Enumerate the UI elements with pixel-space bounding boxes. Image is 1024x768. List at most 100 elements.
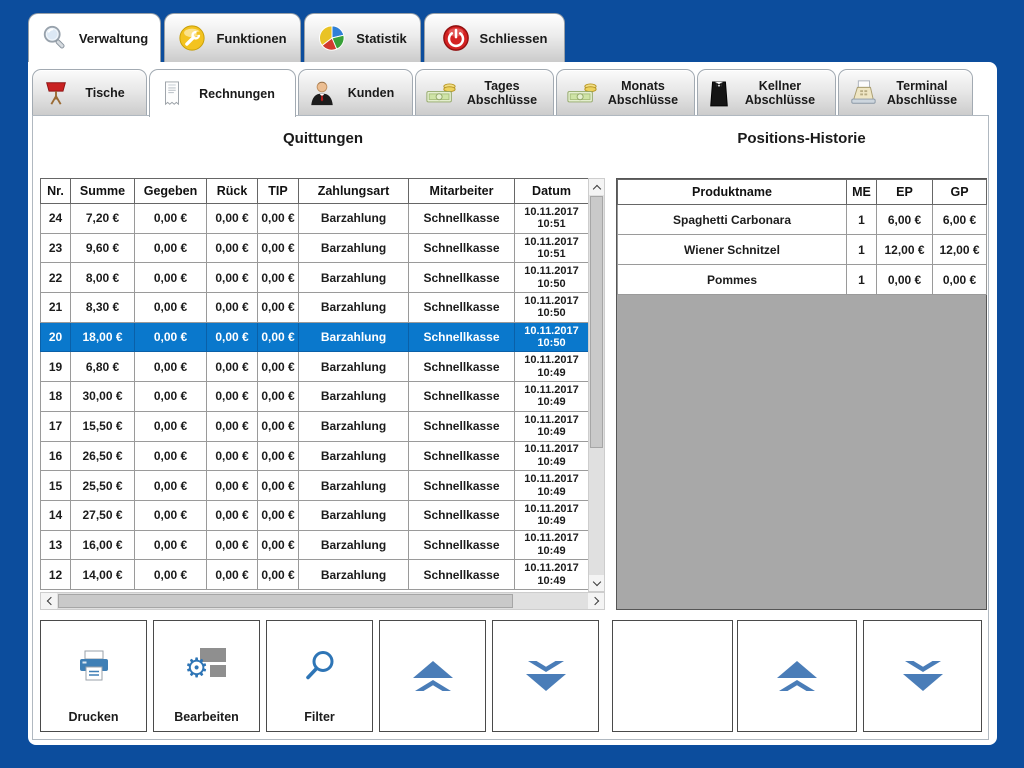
- cell-tip: 0,00 €: [258, 382, 299, 412]
- receipt-icon: [159, 80, 185, 108]
- cell-datum: 10.11.201710:49: [515, 471, 589, 501]
- cell-gegeben: 0,00 €: [135, 263, 207, 293]
- tab-verwaltung[interactable]: Verwaltung: [28, 13, 161, 62]
- cell-zahlungsart: Barzahlung: [299, 233, 409, 263]
- double-chevron-down-icon: [524, 660, 568, 692]
- pie-chart-icon: [318, 24, 346, 52]
- cell-summe: 25,50 €: [71, 471, 135, 501]
- positions-table: Produktname ME EP GP Spaghetti Carbonara…: [617, 179, 987, 295]
- cell-mitarbeiter: Schnellkasse: [409, 204, 515, 234]
- positions-page-down-button[interactable]: [863, 620, 982, 732]
- cell-summe: 27,50 €: [71, 500, 135, 530]
- table-row[interactable]: 21 8,30 € 0,00 € 0,00 € 0,00 € Barzahlun…: [41, 293, 589, 323]
- table-row[interactable]: 15 25,50 € 0,00 € 0,00 € 0,00 € Barzahlu…: [41, 471, 589, 501]
- table-row[interactable]: 13 16,00 € 0,00 € 0,00 € 0,00 € Barzahlu…: [41, 530, 589, 560]
- table-row[interactable]: 23 9,60 € 0,00 € 0,00 € 0,00 € Barzahlun…: [41, 233, 589, 263]
- cell-zahlungsart: Barzahlung: [299, 352, 409, 382]
- button-label: Drucken: [41, 710, 146, 724]
- tab-schliessen[interactable]: Schliessen: [424, 13, 565, 62]
- page-up-button[interactable]: [379, 620, 486, 732]
- cell-zahlungsart: Barzahlung: [299, 530, 409, 560]
- cell-nr: 14: [41, 500, 71, 530]
- power-icon: [442, 24, 470, 52]
- quittungen-title: Quittungen: [40, 130, 606, 147]
- cell-me: 1: [847, 205, 877, 235]
- cell-summe: 6,80 €: [71, 352, 135, 382]
- page-down-button[interactable]: [492, 620, 599, 732]
- col-tip: TIP: [258, 179, 299, 204]
- cell-nr: 12: [41, 560, 71, 590]
- cell-rueck: 0,00 €: [207, 560, 258, 590]
- cell-produktname: Pommes: [618, 265, 847, 295]
- table-row[interactable]: 17 15,50 € 0,00 € 0,00 € 0,00 € Barzahlu…: [41, 411, 589, 441]
- chevron-left-icon: [46, 597, 54, 605]
- table-row[interactable]: 24 7,20 € 0,00 € 0,00 € 0,00 € Barzahlun…: [41, 204, 589, 234]
- drucken-button[interactable]: Drucken: [40, 620, 147, 732]
- scroll-down-button[interactable]: [589, 575, 604, 591]
- cell-tip: 0,00 €: [258, 263, 299, 293]
- bearbeiten-button[interactable]: ⚙ Bearbeiten: [153, 620, 260, 732]
- table-row[interactable]: Pommes 1 0,00 € 0,00 €: [618, 265, 987, 295]
- tab-rechnungen[interactable]: Rechnungen: [149, 69, 296, 117]
- cell-nr: 17: [41, 411, 71, 441]
- cell-nr: 22: [41, 263, 71, 293]
- positions-page-up-button[interactable]: [737, 620, 857, 732]
- table-row[interactable]: 18 30,00 € 0,00 € 0,00 € 0,00 € Barzahlu…: [41, 382, 589, 412]
- tab-tages-abschluesse[interactable]: TagesAbschlüsse: [415, 69, 554, 115]
- table-row[interactable]: 19 6,80 € 0,00 € 0,00 € 0,00 € Barzahlun…: [41, 352, 589, 382]
- table-row[interactable]: 14 27,50 € 0,00 € 0,00 € 0,00 € Barzahlu…: [41, 500, 589, 530]
- tab-tische[interactable]: Tische: [32, 69, 147, 115]
- table-row[interactable]: Spaghetti Carbonara 1 6,00 € 6,00 €: [618, 205, 987, 235]
- edit-icon: ⚙: [187, 647, 227, 687]
- tab-label: Tages: [457, 79, 547, 93]
- cell-mitarbeiter: Schnellkasse: [409, 263, 515, 293]
- positions-table-area: Produktname ME EP GP Spaghetti Carbonara…: [616, 178, 987, 610]
- cell-produktname: Spaghetti Carbonara: [618, 205, 847, 235]
- cell-rueck: 0,00 €: [207, 530, 258, 560]
- cell-gegeben: 0,00 €: [135, 411, 207, 441]
- cell-summe: 26,50 €: [71, 441, 135, 471]
- tab-label: Rechnungen: [185, 87, 289, 101]
- horizontal-scrollbar[interactable]: [40, 592, 605, 610]
- cell-nr: 16: [41, 441, 71, 471]
- table-row[interactable]: 16 26,50 € 0,00 € 0,00 € 0,00 € Barzahlu…: [41, 441, 589, 471]
- cell-datum: 10.11.201710:49: [515, 441, 589, 471]
- vertical-scroll-thumb[interactable]: [590, 196, 603, 448]
- scroll-up-button[interactable]: [589, 179, 604, 195]
- chevron-down-icon: [592, 578, 600, 586]
- tab-kunden[interactable]: Kunden: [298, 69, 413, 115]
- cell-rueck: 0,00 €: [207, 204, 258, 234]
- table-row[interactable]: Wiener Schnitzel 1 12,00 € 12,00 €: [618, 235, 987, 265]
- double-chevron-down-icon: [901, 660, 945, 692]
- printer-icon: [74, 647, 114, 687]
- vertical-scrollbar[interactable]: [588, 178, 605, 592]
- cell-mitarbeiter: Schnellkasse: [409, 530, 515, 560]
- gear-icon: ⚙: [185, 655, 209, 682]
- tab-funktionen[interactable]: Funktionen: [164, 13, 301, 62]
- table-row[interactable]: 20 18,00 € 0,00 € 0,00 € 0,00 € Barzahlu…: [41, 322, 589, 352]
- cell-rueck: 0,00 €: [207, 233, 258, 263]
- cell-rueck: 0,00 €: [207, 322, 258, 352]
- table-row[interactable]: 22 8,00 € 0,00 € 0,00 € 0,00 € Barzahlun…: [41, 263, 589, 293]
- tab-label: Kellner: [731, 79, 829, 93]
- cell-gegeben: 0,00 €: [135, 441, 207, 471]
- cell-rueck: 0,00 €: [207, 382, 258, 412]
- cell-gegeben: 0,00 €: [135, 322, 207, 352]
- cell-gegeben: 0,00 €: [135, 352, 207, 382]
- cell-rueck: 0,00 €: [207, 441, 258, 471]
- tab-terminal-abschluesse[interactable]: TerminalAbschlüsse: [838, 69, 973, 115]
- scroll-right-button[interactable]: [588, 593, 604, 609]
- tab-kellner-abschluesse[interactable]: KellnerAbschlüsse: [697, 69, 836, 115]
- horizontal-scroll-thumb[interactable]: [58, 594, 513, 608]
- tab-label: Kunden: [336, 86, 406, 100]
- cell-datum: 10.11.201710:50: [515, 263, 589, 293]
- table-row[interactable]: 12 14,00 € 0,00 € 0,00 € 0,00 € Barzahlu…: [41, 560, 589, 590]
- cell-nr: 19: [41, 352, 71, 382]
- scroll-left-button[interactable]: [41, 593, 57, 609]
- filter-button[interactable]: Filter: [266, 620, 373, 732]
- tab-monats-abschluesse[interactable]: MonatsAbschlüsse: [556, 69, 695, 115]
- empty-button[interactable]: [612, 620, 733, 732]
- col-me: ME: [847, 180, 877, 205]
- tab-statistik[interactable]: Statistik: [304, 13, 421, 62]
- double-chevron-up-icon: [775, 660, 819, 692]
